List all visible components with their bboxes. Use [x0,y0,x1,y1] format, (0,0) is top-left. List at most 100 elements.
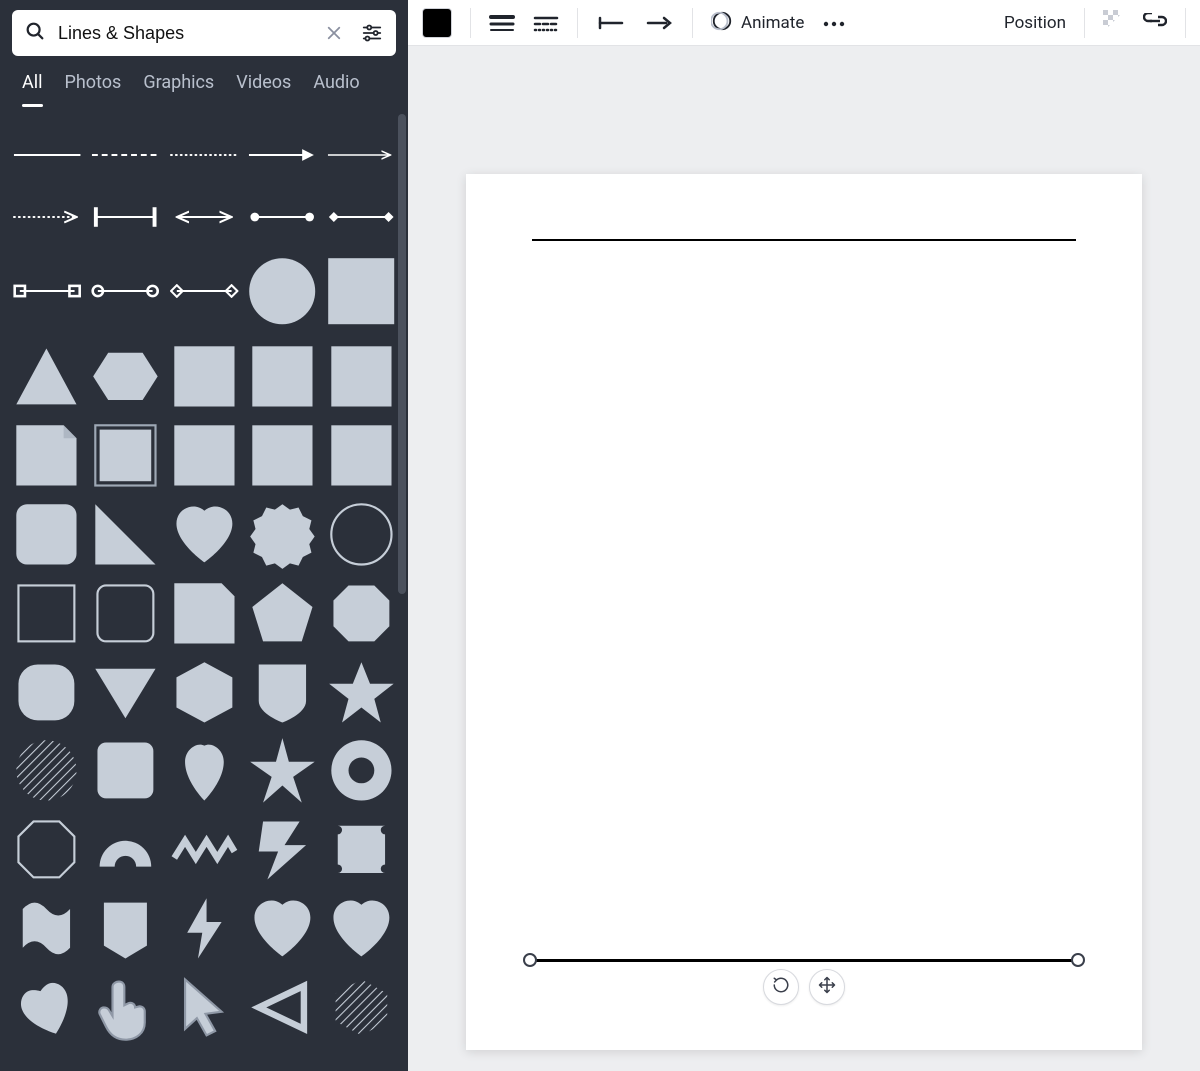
tab-graphics[interactable]: Graphics [143,72,214,107]
heart-tilted[interactable] [12,973,81,1042]
results-panel [0,108,408,1071]
square-5[interactable] [248,421,317,490]
position-button[interactable]: Position [998,6,1072,40]
solid-line[interactable] [12,132,82,178]
circle-ends-line[interactable] [90,268,160,314]
octagon[interactable] [327,579,396,648]
color-picker-button[interactable] [416,6,458,40]
transparency-button[interactable] [1097,6,1131,40]
clear-search-icon[interactable] [320,19,348,47]
hexagon[interactable] [91,342,160,411]
heart-narrow[interactable] [170,736,239,805]
hexagon-vert[interactable] [170,658,239,727]
link-button[interactable] [1137,6,1173,40]
squircle[interactable] [12,658,81,727]
lightning-bolt[interactable] [170,894,239,963]
triangle[interactable] [12,342,81,411]
results-scroll[interactable] [0,108,408,1071]
wavy-badge[interactable] [12,894,81,963]
arrow-right-line[interactable] [247,132,317,178]
selected-line-element[interactable] [530,959,1078,961]
circle-outline[interactable] [327,500,396,569]
rounded-square-outline[interactable] [91,579,160,648]
toolbar-divider [470,8,471,38]
rotate-button[interactable] [763,969,799,1005]
line-weight-button[interactable] [483,6,521,40]
ticket-square[interactable] [327,815,396,884]
circle-shape[interactable] [247,256,317,326]
more-button[interactable] [816,6,852,40]
tab-videos[interactable]: Videos [236,72,291,107]
square-shape[interactable] [326,256,396,326]
star-5[interactable] [327,658,396,727]
lines-row-2 [12,194,396,240]
square-outline[interactable] [12,579,81,648]
resize-handle-left[interactable] [523,953,537,967]
dashed-line[interactable] [90,132,160,178]
double-arrow-line[interactable] [169,194,239,240]
bar-ends-line[interactable] [90,194,160,240]
square-6[interactable] [327,421,396,490]
dotted-arrow-line[interactable] [12,194,82,240]
cursor-arrow[interactable] [170,973,239,1042]
star-5-thin[interactable] [248,736,317,805]
tab-photos[interactable]: Photos [65,72,122,107]
filter-icon[interactable] [358,19,386,47]
search-input[interactable] [56,22,310,45]
line-style-button[interactable] [527,6,565,40]
arc[interactable] [91,815,160,884]
line-start-button[interactable] [590,6,632,40]
square-bevel[interactable] [91,421,160,490]
arrow-right-thin-line[interactable] [326,132,396,178]
resize-handle-right[interactable] [1071,953,1085,967]
pointer-hand[interactable] [91,973,160,1042]
move-button[interactable] [809,969,845,1005]
canvas-page[interactable] [466,174,1142,1050]
zigzag[interactable] [170,815,239,884]
shield[interactable] [248,658,317,727]
move-icon [818,976,836,998]
rounded-square-2[interactable] [91,736,160,805]
heart-3[interactable] [327,894,396,963]
diamond-small-ends-line[interactable] [169,268,239,314]
pentagon[interactable] [248,579,317,648]
search-bar-wrap [0,0,408,56]
triangle-down[interactable] [91,658,160,727]
tab-all[interactable]: All [22,72,43,107]
right-triangle[interactable] [91,500,160,569]
transparency-icon [1103,10,1125,36]
diamond-ends-line[interactable] [326,194,396,240]
lightning-bolt-wide[interactable] [248,815,317,884]
octagon-outline[interactable] [12,815,81,884]
rotate-icon [772,976,790,998]
canvas-area[interactable] [408,46,1200,1071]
elements-sidebar: All Photos Graphics Videos Audio [0,0,408,1071]
play-triangle-outline[interactable] [248,973,317,1042]
dotted-line[interactable] [169,132,239,178]
line-end-button[interactable] [638,6,680,40]
square-cut-corner[interactable] [170,579,239,648]
hexagon-hatched[interactable] [327,973,396,1042]
animate-button[interactable]: Animate [705,6,810,40]
context-toolbar: Animate Position [408,0,1200,46]
banner-shield[interactable] [91,894,160,963]
square-1[interactable] [170,342,239,411]
donut[interactable] [327,736,396,805]
square-3[interactable] [327,342,396,411]
heart-2[interactable] [248,894,317,963]
square-2[interactable] [248,342,317,411]
category-tabs: All Photos Graphics Videos Audio [0,56,408,108]
canvas-line-element[interactable] [532,239,1076,241]
square-fold-corner[interactable] [12,421,81,490]
square-4[interactable] [170,421,239,490]
animate-icon [711,10,733,36]
square-ends-line[interactable] [12,268,82,314]
floating-element-controls [763,969,845,1005]
heart[interactable] [170,500,239,569]
seal-badge[interactable] [248,500,317,569]
dot-ends-line[interactable] [247,194,317,240]
toolbar-divider [692,8,693,38]
rounded-square[interactable] [12,500,81,569]
hatched-circle[interactable] [12,736,81,805]
tab-audio[interactable]: Audio [313,72,359,107]
